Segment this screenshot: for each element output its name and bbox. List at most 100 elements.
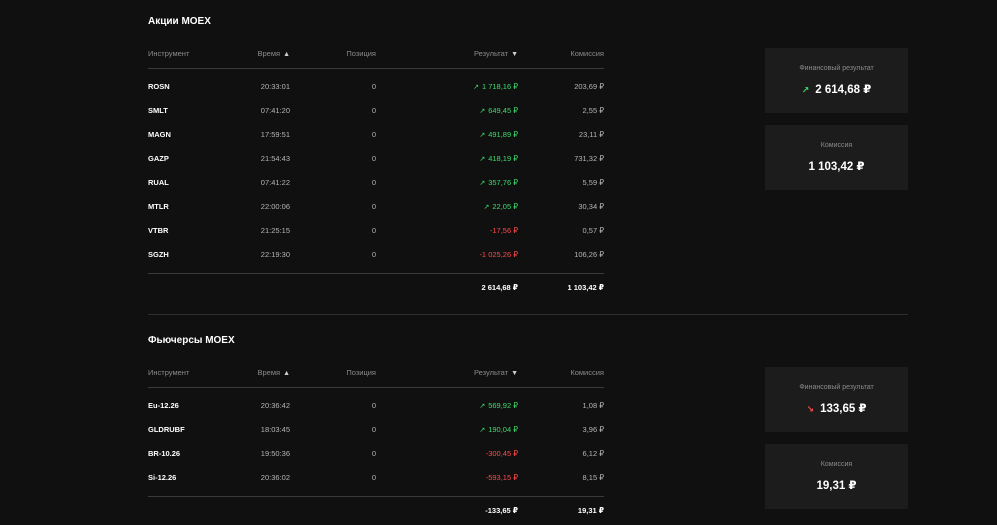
commission-cell: 6,12 ₽ [582,449,604,458]
table-row[interactable]: Si-12.26 20:36:02 0 -593,15 ₽ 8,15 ₽ [148,473,604,487]
col-position[interactable]: Позиция [346,368,376,377]
commission-cell: 23,11 ₽ [578,130,604,139]
time-cell: 07:41:20 [260,106,290,115]
time-cell: 20:33:01 [260,82,290,91]
table-row[interactable]: GLDRUBF 18:03:45 0 ↗ 190,04 ₽ 3,96 ₽ [148,425,604,439]
table-row[interactable]: GAZP 21:54:43 0 ↗ 418,19 ₽ 731,32 ₽ [148,154,604,168]
trend-up-icon: ↗ [483,204,490,211]
result-cell: ↗ 649,45 ₽ [479,106,518,115]
card-value: ↗ 2 614,68 ₽ [801,84,872,96]
financial-result-card: Финансовый результат ↗ 2 614,68 ₽ [765,48,908,113]
time-cell: 20:36:42 [260,401,290,410]
trend-up-icon: ↗ [479,427,486,434]
position-cell: 0 [371,250,376,259]
commission-cell: 1,08 ₽ [582,401,604,410]
commission-cell: 106,26 ₽ [574,250,604,259]
commission-cell: 2,55 ₽ [582,106,604,115]
result-cell: ↗ 491,89 ₽ [479,130,518,139]
time-cell: 22:19:30 [260,250,290,259]
table-row[interactable]: MTLR 22:00:06 0 ↗ 22,05 ₽ 30,34 ₽ [148,202,604,216]
header-divider [148,387,604,388]
position-cell: 0 [371,130,376,139]
instrument-cell: RUAL [148,178,169,187]
position-cell: 0 [371,178,376,187]
totals-divider [148,273,604,274]
trend-up-icon: ↗ [479,108,486,115]
table-row[interactable]: ROSN 20:33:01 0 ↗ 1 718,16 ₽ 203,69 ₽ [148,82,604,96]
table-row[interactable]: MAGN 17:59:51 0 ↗ 491,89 ₽ 23,11 ₽ [148,130,604,144]
futures-table: Инструмент Время ▲ Позиция Результат ▼ Ком… [148,368,604,515]
col-instrument[interactable]: Инструмент [148,368,189,377]
trend-up-icon: ↗ [479,180,486,187]
position-cell: 0 [371,226,376,235]
position-cell: 0 [371,449,376,458]
table-header: Инструмент Время ▲ Позиция Результат ▼ Ком… [148,368,604,382]
commission-cell: 8,15 ₽ [582,473,604,482]
instrument-cell: MTLR [148,202,169,211]
table-row[interactable]: RUAL 07:41:22 0 ↗ 357,76 ₽ 5,59 ₽ [148,178,604,192]
total-commission: 19,31 ₽ [577,506,604,515]
instrument-cell: GLDRUBF [148,425,185,434]
commission-cell: 0,57 ₽ [582,226,604,235]
table-row[interactable]: Eu-12.26 20:36:42 0 ↗ 569,92 ₽ 1,08 ₽ [148,401,604,415]
chevron-up-icon: ▲ [283,51,290,58]
result-cell: ↗ 190,04 ₽ [479,425,518,434]
trend-up-icon: ↗ [479,156,486,163]
col-commission[interactable]: Комиссия [570,368,604,377]
col-time[interactable]: Время ▲ [258,368,291,377]
instrument-cell: SMLT [148,106,168,115]
commission-cell: 5,59 ₽ [582,178,604,187]
instrument-cell: Eu-12.26 [148,401,179,410]
col-result[interactable]: Результат ▼ [474,368,518,377]
time-cell: 21:25:15 [260,226,290,235]
stocks-table: Инструмент Время ▲ Позиция Результат ▼ Ком… [148,49,604,292]
totals-divider [148,496,604,497]
table-row[interactable]: BR-10.26 19:50:36 0 -300,45 ₽ 6,12 ₽ [148,449,604,463]
instrument-cell: GAZP [148,154,169,163]
trend-down-icon: ↘ [806,404,815,414]
result-cell: -17,56 ₽ [489,226,518,235]
result-cell: ↗ 357,76 ₽ [479,178,518,187]
trend-up-icon: ↗ [479,132,486,139]
commission-cell: 30,34 ₽ [578,202,604,211]
result-cell: ↗ 22,05 ₽ [483,202,519,211]
financial-result-card: Финансовый результат ↘ 133,65 ₽ [765,367,908,432]
table-row[interactable]: SMLT 07:41:20 0 ↗ 649,45 ₽ 2,55 ₽ [148,106,604,120]
position-cell: 0 [371,473,376,482]
instrument-cell: SGZH [148,250,169,259]
col-instrument[interactable]: Инструмент [148,49,189,58]
instrument-cell: Si-12.26 [148,473,177,482]
result-cell: -593,15 ₽ [485,473,518,482]
section-title: Фьючерсы MOEX [148,335,235,346]
result-cell: -300,45 ₽ [485,449,518,458]
commission-cell: 731,32 ₽ [574,154,604,163]
card-label: Комиссия [820,461,853,468]
card-label: Финансовый результат [799,65,874,72]
result-cell: ↗ 418,19 ₽ [479,154,518,163]
section-title: Акции MOEX [148,16,211,27]
time-cell: 20:36:02 [260,473,290,482]
col-commission[interactable]: Комиссия [570,49,604,58]
col-position[interactable]: Позиция [346,49,376,58]
card-label: Комиссия [820,142,853,149]
position-cell: 0 [371,401,376,410]
commission-card: Комиссия 19,31 ₽ [765,444,908,509]
time-cell: 21:54:43 [260,154,290,163]
position-cell: 0 [371,425,376,434]
section-divider [148,314,908,315]
header-divider [148,68,604,69]
result-cell: ↗ 1 718,16 ₽ [473,82,518,91]
instrument-cell: BR-10.26 [148,449,181,458]
trend-up-icon: ↗ [479,403,486,410]
card-label: Финансовый результат [799,384,874,391]
trend-up-icon: ↗ [801,85,810,95]
futures-section: Фьючерсы MOEX Инструмент Время ▲ Позиция … [148,335,908,525]
table-row[interactable]: SGZH 22:19:30 0 -1 025,26 ₽ 106,26 ₽ [148,250,604,264]
col-time[interactable]: Время ▲ [258,49,291,58]
totals-row: -133,65 ₽ 19,31 ₽ [148,506,604,520]
col-result[interactable]: Результат ▼ [474,49,518,58]
table-row[interactable]: VTBR 21:25:15 0 -17,56 ₽ 0,57 ₽ [148,226,604,240]
card-value: 1 103,42 ₽ [808,161,865,173]
result-cell: -1 025,26 ₽ [479,250,518,259]
stocks-section: Акции MOEX Инструмент Время ▲ Позиция Рез… [148,16,908,306]
